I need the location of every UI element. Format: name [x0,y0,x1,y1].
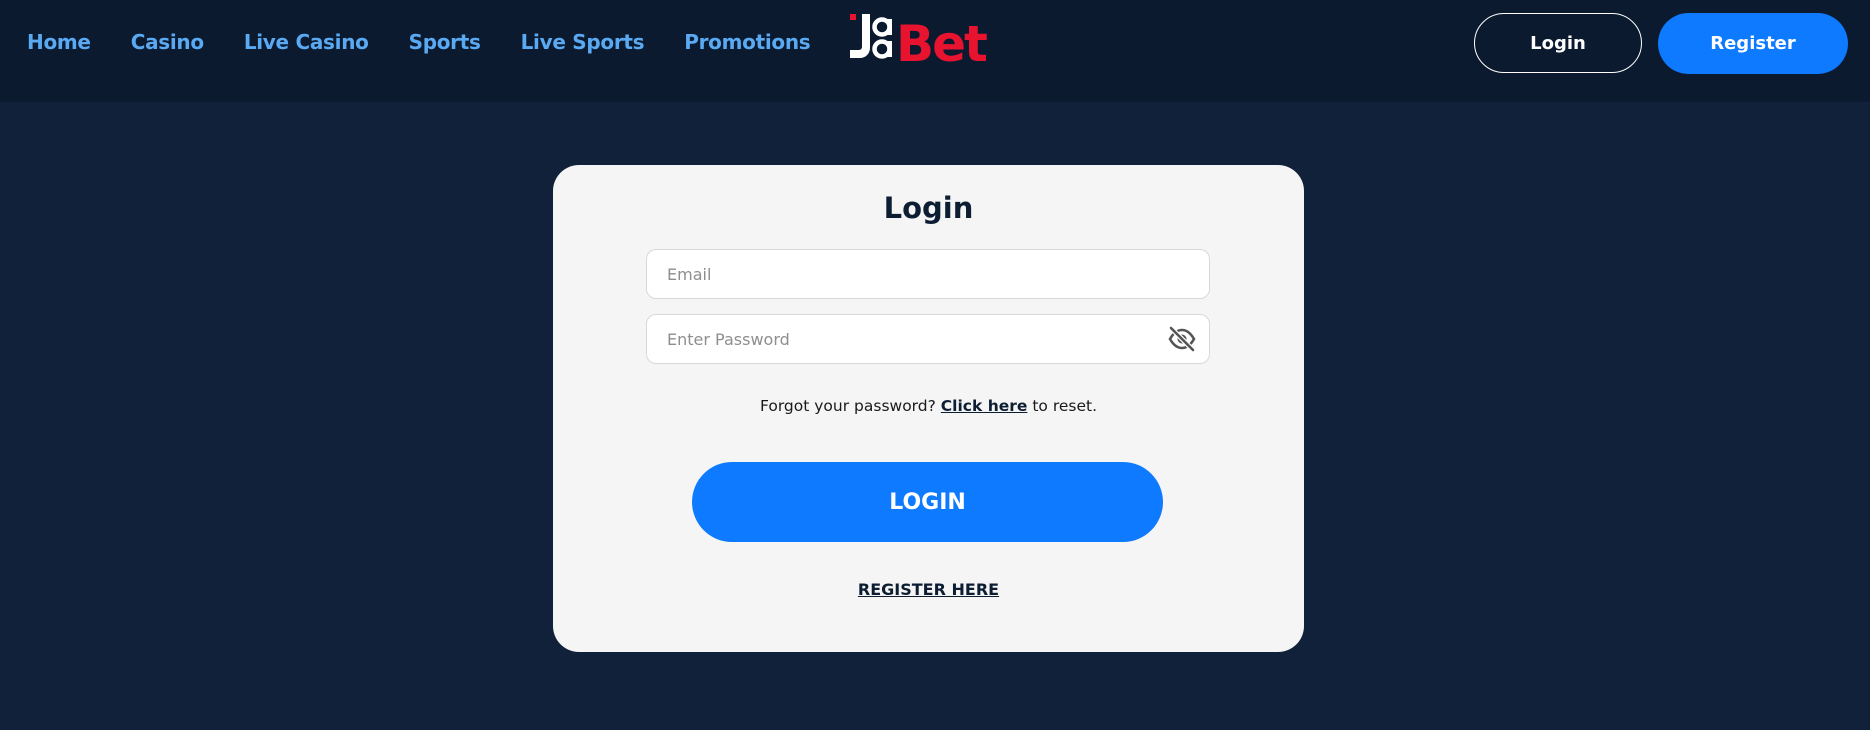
nav-live-sports[interactable]: Live Sports [521,28,645,56]
eye-slash-icon[interactable] [1167,325,1197,353]
forgot-prefix: Forgot your password? [759,397,936,415]
nav-live-casino[interactable]: Live Casino [244,28,369,56]
top-navigation-bar: Home Casino Live Casino Sports Live Spor… [0,0,1870,102]
nav-promotions[interactable]: Promotions [684,28,810,56]
login-submit-button[interactable]: LOGIN [692,462,1163,542]
email-field-wrapper [646,249,1210,299]
register-here-link[interactable]: REGISTER HERE [553,580,1304,599]
email-input[interactable] [647,250,1209,298]
header-login-button[interactable]: Login [1474,13,1642,73]
jaabet-logo[interactable]: Bet [848,10,1008,72]
header-register-button[interactable]: Register [1658,13,1848,74]
nav-home[interactable]: Home [27,28,91,56]
login-title: Login [883,191,974,225]
forgot-suffix: to reset. [1032,397,1098,415]
nav-casino[interactable]: Casino [131,28,204,56]
reset-password-link[interactable]: Click here [941,397,1028,415]
svg-text:Bet: Bet [896,15,987,72]
nav-sports[interactable]: Sports [409,28,481,56]
forgot-password-text: Forgot your password? Click here to rese… [553,397,1304,415]
main-nav: Home Casino Live Casino Sports Live Spor… [27,28,811,56]
password-input[interactable] [647,315,1209,363]
password-field-wrapper [646,314,1210,364]
login-card: Login Forgot your password? Click here t… [553,165,1304,652]
